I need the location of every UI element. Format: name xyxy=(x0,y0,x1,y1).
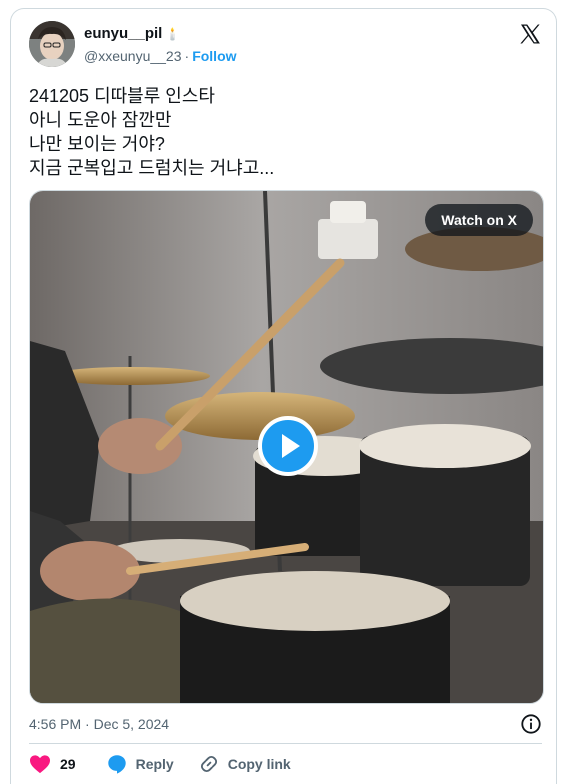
info-icon[interactable] xyxy=(520,713,542,735)
divider xyxy=(29,743,542,744)
profile-photo-icon xyxy=(29,21,75,67)
avatar[interactable] xyxy=(29,21,75,67)
tweet-line: 241205 디따블루 인스타 xyxy=(29,86,215,106)
timestamp[interactable]: 4:56 PM · Dec 5, 2024 xyxy=(29,716,169,732)
reply-label: Reply xyxy=(135,756,174,772)
x-logo-icon[interactable] xyxy=(518,22,542,46)
copy-link-label: Copy link xyxy=(227,756,291,772)
handle-row: @xxeunyu__23 · Follow xyxy=(84,48,237,64)
tweet-card[interactable]: eunyu__pil 🕯️ @xxeunyu__23 · Follow 241205… xyxy=(10,8,557,784)
play-icon xyxy=(282,434,300,458)
like-button[interactable]: 29 xyxy=(29,754,76,774)
tweet-line: 아니 도운아 잠깐만 xyxy=(29,110,172,130)
heart-icon xyxy=(30,755,50,774)
reply-bubble-icon xyxy=(107,755,126,774)
action-bar: 29 Reply Copy link xyxy=(29,752,291,776)
link-icon xyxy=(200,755,217,773)
handle[interactable]: @xxeunyu__23 xyxy=(84,48,182,64)
follow-button[interactable]: Follow xyxy=(192,48,236,64)
watch-on-x-button[interactable]: Watch on X xyxy=(425,204,533,236)
play-button[interactable] xyxy=(258,416,318,476)
candle-emoji-icon: 🕯️ xyxy=(165,26,181,41)
like-count: 29 xyxy=(60,756,76,772)
video-player[interactable]: Watch on X xyxy=(29,190,544,704)
reply-button[interactable]: Reply xyxy=(106,753,174,775)
tweet-line: 나만 보이는 거야? xyxy=(29,134,165,154)
separator-dot: · xyxy=(184,48,190,64)
display-name[interactable]: eunyu__pil xyxy=(84,25,162,42)
copy-link-button[interactable]: Copy link xyxy=(198,753,291,775)
tweet-text: 241205 디따블루 인스타 아니 도운아 잠깐만 나만 보이는 거야? 지금… xyxy=(29,84,274,180)
tweet-line: 지금 군복입고 드럼치는 거냐고... xyxy=(29,158,275,178)
